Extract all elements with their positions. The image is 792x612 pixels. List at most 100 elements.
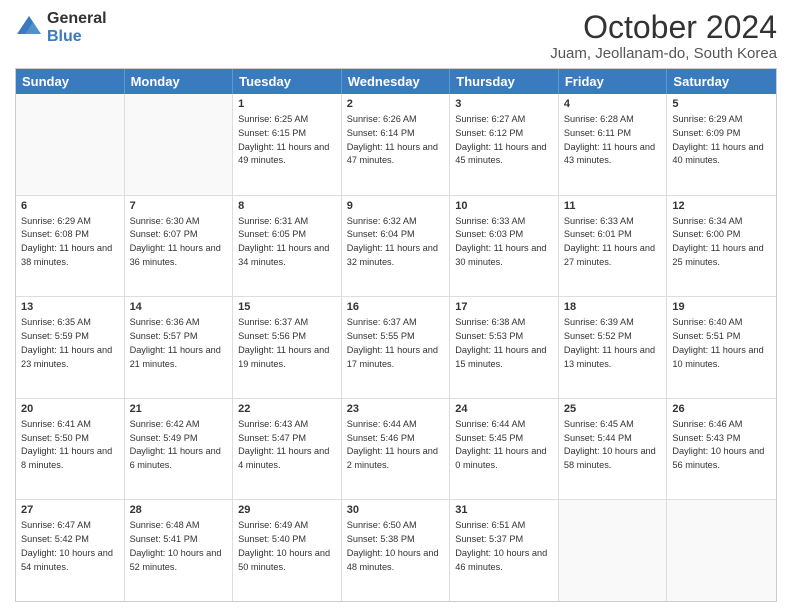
- calendar-cell: 2 Sunrise: 6:26 AM Sunset: 6:14 PM Daylig…: [342, 94, 451, 195]
- cell-info: Sunrise: 6:40 AM Sunset: 5:51 PM Dayligh…: [672, 317, 763, 368]
- calendar-cell: [16, 94, 125, 195]
- calendar-cell: 29 Sunrise: 6:49 AM Sunset: 5:40 PM Dayli…: [233, 500, 342, 601]
- calendar-cell: 20Sunrise: 6:41 AM Sunset: 5:50 PM Dayli…: [16, 399, 125, 500]
- calendar-cell: 12Sunrise: 6:34 AM Sunset: 6:00 PM Dayli…: [667, 196, 776, 297]
- cell-info: Sunrise: 6:51 AM Sunset: 5:37 PM Dayligh…: [455, 520, 547, 571]
- calendar-header-cell: Tuesday: [233, 69, 342, 94]
- day-number: 24: [455, 402, 553, 417]
- cell-info: Sunrise: 6:30 AM Sunset: 6:07 PM Dayligh…: [130, 216, 221, 267]
- cell-info: Sunrise: 6:48 AM Sunset: 5:41 PM Dayligh…: [130, 520, 222, 571]
- calendar-body: 1Sunrise: 6:25 AM Sunset: 6:15 PM Daylig…: [16, 94, 776, 601]
- day-number: 19: [672, 300, 771, 315]
- cell-info: Sunrise: 6:50 AM Sunset: 5:38 PM Dayligh…: [347, 520, 439, 571]
- day-number: 22: [238, 402, 336, 417]
- cell-info: Sunrise: 6:26 AM Sunset: 6:14 PM Dayligh…: [347, 114, 438, 165]
- day-number: 28: [130, 503, 228, 518]
- cell-info: Sunrise: 6:43 AM Sunset: 5:47 PM Dayligh…: [238, 419, 329, 470]
- calendar-cell: [559, 500, 668, 601]
- calendar-cell: 11 Sunrise: 6:33 AM Sunset: 6:01 PM Dayli…: [559, 196, 668, 297]
- day-number: 23: [347, 402, 445, 417]
- calendar-row: 6 Sunrise: 6:29 AM Sunset: 6:08 PM Daylig…: [16, 196, 776, 298]
- month-title: October 2024: [550, 10, 777, 45]
- calendar-cell: 17 Sunrise: 6:38 AM Sunset: 5:53 PM Dayli…: [450, 297, 559, 398]
- cell-info: Sunrise: 6:33 AM Sunset: 6:03 PM Dayligh…: [455, 216, 546, 267]
- calendar-cell: [667, 500, 776, 601]
- calendar: SundayMondayTuesdayWednesdayThursdayFrid…: [15, 68, 777, 602]
- cell-info: Sunrise: 6:47 AM Sunset: 5:42 PM Dayligh…: [21, 520, 113, 571]
- cell-info: Sunrise: 6:33 AM Sunset: 6:01 PM Dayligh…: [564, 216, 655, 267]
- calendar-cell: 23Sunrise: 6:44 AM Sunset: 5:46 PM Dayli…: [342, 399, 451, 500]
- calendar-cell: 8 Sunrise: 6:31 AM Sunset: 6:05 PM Daylig…: [233, 196, 342, 297]
- cell-info: Sunrise: 6:49 AM Sunset: 5:40 PM Dayligh…: [238, 520, 330, 571]
- calendar-cell: 4Sunrise: 6:28 AM Sunset: 6:11 PM Daylig…: [559, 94, 668, 195]
- calendar-cell: 31 Sunrise: 6:51 AM Sunset: 5:37 PM Dayli…: [450, 500, 559, 601]
- logo: General Blue: [15, 10, 107, 45]
- calendar-cell: 22 Sunrise: 6:43 AM Sunset: 5:47 PM Dayli…: [233, 399, 342, 500]
- day-number: 8: [238, 199, 336, 214]
- cell-info: Sunrise: 6:35 AM Sunset: 5:59 PM Dayligh…: [21, 317, 112, 368]
- cell-info: Sunrise: 6:45 AM Sunset: 5:44 PM Dayligh…: [564, 419, 656, 470]
- calendar-header-cell: Friday: [559, 69, 668, 94]
- cell-info: Sunrise: 6:39 AM Sunset: 5:52 PM Dayligh…: [564, 317, 655, 368]
- day-number: 31: [455, 503, 553, 518]
- day-number: 30: [347, 503, 445, 518]
- calendar-header-cell: Saturday: [667, 69, 776, 94]
- day-number: 15: [238, 300, 336, 315]
- calendar-header-cell: Sunday: [16, 69, 125, 94]
- cell-info: Sunrise: 6:27 AM Sunset: 6:12 PM Dayligh…: [455, 114, 546, 165]
- cell-info: Sunrise: 6:29 AM Sunset: 6:08 PM Dayligh…: [21, 216, 112, 267]
- calendar-row: 1Sunrise: 6:25 AM Sunset: 6:15 PM Daylig…: [16, 94, 776, 196]
- logo-text: General Blue: [47, 10, 107, 45]
- cell-info: Sunrise: 6:37 AM Sunset: 5:56 PM Dayligh…: [238, 317, 329, 368]
- calendar-cell: 3 Sunrise: 6:27 AM Sunset: 6:12 PM Daylig…: [450, 94, 559, 195]
- day-number: 9: [347, 199, 445, 214]
- day-number: 6: [21, 199, 119, 214]
- calendar-cell: 13Sunrise: 6:35 AM Sunset: 5:59 PM Dayli…: [16, 297, 125, 398]
- cell-info: Sunrise: 6:44 AM Sunset: 5:45 PM Dayligh…: [455, 419, 546, 470]
- day-number: 16: [347, 300, 445, 315]
- calendar-cell: 16Sunrise: 6:37 AM Sunset: 5:55 PM Dayli…: [342, 297, 451, 398]
- day-number: 25: [564, 402, 662, 417]
- calendar-header-cell: Monday: [125, 69, 234, 94]
- title-section: October 2024 Juam, Jeollanam-do, South K…: [550, 10, 777, 62]
- day-number: 18: [564, 300, 662, 315]
- calendar-cell: 26Sunrise: 6:46 AM Sunset: 5:43 PM Dayli…: [667, 399, 776, 500]
- calendar-cell: 15 Sunrise: 6:37 AM Sunset: 5:56 PM Dayli…: [233, 297, 342, 398]
- cell-info: Sunrise: 6:29 AM Sunset: 6:09 PM Dayligh…: [672, 114, 763, 165]
- calendar-cell: 6 Sunrise: 6:29 AM Sunset: 6:08 PM Daylig…: [16, 196, 125, 297]
- day-number: 11: [564, 199, 662, 214]
- day-number: 29: [238, 503, 336, 518]
- calendar-cell: 30 Sunrise: 6:50 AM Sunset: 5:38 PM Dayli…: [342, 500, 451, 601]
- cell-info: Sunrise: 6:31 AM Sunset: 6:05 PM Dayligh…: [238, 216, 329, 267]
- calendar-header-cell: Wednesday: [342, 69, 451, 94]
- day-number: 12: [672, 199, 771, 214]
- day-number: 10: [455, 199, 553, 214]
- calendar-cell: [125, 94, 234, 195]
- day-number: 3: [455, 97, 553, 112]
- calendar-cell: 7Sunrise: 6:30 AM Sunset: 6:07 PM Daylig…: [125, 196, 234, 297]
- calendar-row: 13Sunrise: 6:35 AM Sunset: 5:59 PM Dayli…: [16, 297, 776, 399]
- day-number: 21: [130, 402, 228, 417]
- location: Juam, Jeollanam-do, South Korea: [550, 45, 777, 62]
- header: General Blue October 2024 Juam, Jeollana…: [15, 10, 777, 62]
- calendar-header-cell: Thursday: [450, 69, 559, 94]
- day-number: 2: [347, 97, 445, 112]
- calendar-row: 27Sunrise: 6:47 AM Sunset: 5:42 PM Dayli…: [16, 500, 776, 601]
- calendar-cell: 24 Sunrise: 6:44 AM Sunset: 5:45 PM Dayli…: [450, 399, 559, 500]
- calendar-cell: 14 Sunrise: 6:36 AM Sunset: 5:57 PM Dayli…: [125, 297, 234, 398]
- calendar-header: SundayMondayTuesdayWednesdayThursdayFrid…: [16, 69, 776, 94]
- cell-info: Sunrise: 6:41 AM Sunset: 5:50 PM Dayligh…: [21, 419, 112, 470]
- cell-info: Sunrise: 6:38 AM Sunset: 5:53 PM Dayligh…: [455, 317, 546, 368]
- day-number: 17: [455, 300, 553, 315]
- calendar-cell: 10 Sunrise: 6:33 AM Sunset: 6:03 PM Dayli…: [450, 196, 559, 297]
- day-number: 26: [672, 402, 771, 417]
- calendar-cell: 9Sunrise: 6:32 AM Sunset: 6:04 PM Daylig…: [342, 196, 451, 297]
- calendar-cell: 19 Sunrise: 6:40 AM Sunset: 5:51 PM Dayli…: [667, 297, 776, 398]
- calendar-row: 20Sunrise: 6:41 AM Sunset: 5:50 PM Dayli…: [16, 399, 776, 501]
- cell-info: Sunrise: 6:36 AM Sunset: 5:57 PM Dayligh…: [130, 317, 221, 368]
- cell-info: Sunrise: 6:28 AM Sunset: 6:11 PM Dayligh…: [564, 114, 655, 165]
- calendar-cell: 21Sunrise: 6:42 AM Sunset: 5:49 PM Dayli…: [125, 399, 234, 500]
- day-number: 14: [130, 300, 228, 315]
- day-number: 1: [238, 97, 336, 112]
- calendar-cell: 25 Sunrise: 6:45 AM Sunset: 5:44 PM Dayli…: [559, 399, 668, 500]
